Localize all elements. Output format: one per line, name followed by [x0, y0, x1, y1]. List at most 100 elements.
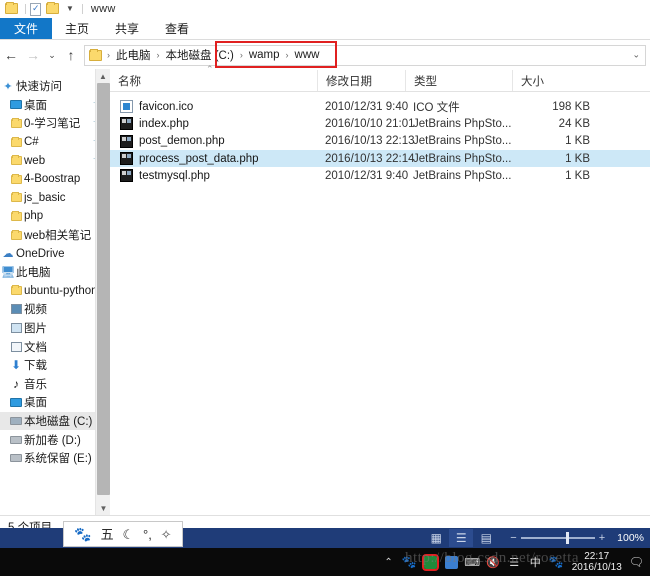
file-list-pane: 名称 ⌃ 修改日期 类型 大小 favicon.ico 2010/12/31 9:… — [110, 64, 650, 515]
file-date-cell: 2016/10/13 22:13 — [325, 135, 415, 148]
breadcrumb-this-pc[interactable]: 此电脑 — [113, 47, 154, 63]
divider — [25, 4, 26, 14]
table-row[interactable]: index.php 2016/10/10 21:01 JetBrains PhpSt… — [110, 115, 650, 132]
sidebar-item-6[interactable]: js_basic — [0, 189, 110, 208]
table-row[interactable]: testmysql.php 2010/12/31 9:40 JetBrains Ph… — [110, 167, 650, 184]
tab-file[interactable]: 文件 — [0, 18, 53, 39]
folder-icon[interactable] — [5, 1, 18, 16]
tab-share[interactable]: 共享 — [102, 18, 152, 39]
wifi-icon[interactable]: ☰ — [506, 554, 523, 571]
sidebar-item-15[interactable]: ⬇ 下载 — [0, 356, 110, 375]
sidebar-item-10[interactable]: 🖥 此电脑 — [0, 263, 110, 282]
file-size-cell: 198 KB — [552, 100, 590, 113]
breadcrumb-local-disk[interactable]: 本地磁盘 (C:) — [163, 47, 237, 63]
large-icons-view-icon[interactable]: ▤ — [474, 529, 498, 547]
chevron-down-icon[interactable]: ▼ — [66, 5, 74, 13]
sidebar-item-2[interactable]: 0-学习笔记📌 — [0, 114, 110, 133]
column-header-date[interactable]: 修改日期 — [317, 70, 405, 91]
column-header-size[interactable]: 大小 — [512, 70, 600, 91]
tab-home[interactable]: 主页 — [52, 18, 102, 39]
list-view-icon[interactable]: ☰ — [449, 529, 474, 547]
file-date-cell: 2016/10/13 22:14 — [325, 152, 415, 165]
breadcrumb-separator: › — [156, 50, 160, 60]
ime-keyboard-icon[interactable]: ⌨ — [464, 554, 481, 571]
file-date-cell: 2010/12/31 9:40 — [325, 169, 409, 182]
sidebar-item-9[interactable]: ☁ OneDrive — [0, 244, 110, 263]
zoom-thumb[interactable] — [565, 532, 569, 544]
sidebar-item-label: 此电脑 — [16, 267, 51, 280]
properties-icon[interactable] — [30, 2, 43, 16]
music-icon: ♪ — [13, 376, 19, 391]
downloads-icon: ⬇ — [10, 358, 22, 373]
wampserver-icon[interactable] — [421, 553, 439, 571]
punctuation-icon[interactable]: °, — [143, 528, 152, 541]
moon-icon[interactable]: ☾ — [123, 528, 135, 541]
notification-icon[interactable]: 🗨 — [626, 555, 644, 569]
sidebar-item-14[interactable]: 文档 — [0, 337, 110, 356]
sidebar-item-label: 本地磁盘 (C:) — [24, 415, 93, 428]
chevron-down-icon[interactable]: ⌄ — [632, 50, 640, 61]
sidebar-item-13[interactable]: 图片 — [0, 319, 110, 338]
table-row[interactable]: favicon.ico 2010/12/31 9:40 ICO 文件 198 KB — [110, 98, 650, 115]
tab-view[interactable]: 查看 — [152, 18, 202, 39]
details-view-icon[interactable]: ▦ — [424, 529, 448, 547]
baidu-paw-icon[interactable]: 🐾 — [74, 527, 91, 541]
zoom-out-button[interactable]: − — [506, 532, 520, 544]
ime-floating-bar[interactable]: 🐾 五 ☾ °, ✧ — [63, 521, 183, 547]
folder-icon — [8, 136, 24, 147]
breadcrumb-wamp[interactable]: wamp — [246, 49, 283, 61]
app-blue-icon[interactable] — [443, 554, 460, 571]
column-header-type[interactable]: 类型 — [405, 70, 512, 91]
drive-icon — [8, 454, 24, 463]
sidebar-item-3[interactable]: C#📌 — [0, 133, 110, 152]
zoom-in-button[interactable]: + — [595, 532, 609, 544]
ime-chinese-icon[interactable]: 中 — [527, 554, 544, 571]
up-arrow-icon[interactable]: ↑ — [60, 44, 82, 66]
gear-icon[interactable]: ✧ — [161, 528, 172, 541]
column-header-name[interactable]: 名称 ⌃ — [110, 64, 317, 91]
sidebar-item-19[interactable]: 新加卷 (D:) — [0, 430, 110, 449]
baidu-netdisk-icon[interactable]: 🐾 — [548, 554, 565, 571]
sidebar-item-5[interactable]: 4-Boostrap — [0, 170, 110, 189]
sidebar-item-4[interactable]: web📌 — [0, 151, 110, 170]
sidebar-item-8[interactable]: web相关笔记 — [0, 226, 110, 245]
file-size-cell: 24 KB — [558, 117, 590, 130]
sidebar-item-1[interactable]: 桌面📌 — [0, 96, 110, 115]
sidebar-item-7[interactable]: php — [0, 207, 110, 226]
file-date-cell: 2010/12/31 9:40 — [325, 100, 409, 113]
wubi-mode-icon[interactable]: 五 — [101, 528, 114, 541]
sidebar-item-12[interactable]: 视频 — [0, 300, 110, 319]
breadcrumb[interactable]: › 此电脑 › 本地磁盘 (C:) › wamp › www ⌄ — [84, 44, 646, 66]
sidebar-item-11[interactable]: ubuntu-python — [0, 282, 110, 301]
zoom-slider[interactable]: − + — [506, 532, 609, 544]
recent-locations-icon[interactable]: ⌄ — [44, 44, 60, 66]
table-row[interactable]: post_demon.php 2016/10/13 22:13 JetBrains … — [110, 133, 650, 150]
scrollbar-thumb[interactable] — [97, 83, 110, 495]
volume-muted-icon[interactable]: 🔇 — [485, 554, 502, 571]
table-row[interactable]: process_post_data.php 2016/10/13 22:14 Jet… — [110, 149, 650, 168]
sidebar-item-label: 桌面 — [24, 99, 47, 112]
zoom-track[interactable] — [520, 532, 595, 544]
new-folder-icon[interactable] — [46, 1, 59, 16]
scroll-down-icon[interactable]: ▼ — [96, 501, 110, 515]
taskbar-clock[interactable]: 22:17 2016/10/13 — [572, 551, 622, 573]
back-arrow-icon[interactable]: ← — [0, 44, 22, 66]
chevron-up-icon[interactable]: ⌃ — [378, 557, 398, 568]
scroll-up-icon[interactable]: ▲ — [96, 69, 110, 83]
divider — [81, 4, 83, 14]
file-type-cell: JetBrains PhpSto... — [413, 135, 512, 148]
file-name-label: post_demon.php — [139, 135, 225, 148]
videos-icon — [8, 304, 24, 315]
sidebar-item-0[interactable]: ✦ 快速访问 — [0, 77, 110, 96]
sidebar-item-18[interactable]: 本地磁盘 (C:) — [0, 411, 110, 431]
sidebar-item-20[interactable]: 系统保留 (E:) — [0, 449, 110, 468]
nav-scrollbar[interactable]: ▲ ▼ — [95, 69, 110, 515]
sidebar-item-16[interactable]: ♪ 音乐 — [0, 375, 110, 394]
sidebar-item-17[interactable]: 桌面 — [0, 393, 110, 412]
breadcrumb-separator: › — [239, 50, 243, 60]
folder-icon — [8, 155, 24, 166]
baidu-tray-icon[interactable]: 🐾 — [401, 554, 418, 571]
forward-arrow-icon[interactable]: → — [22, 44, 44, 66]
ascending-caret-icon: ⌃ — [206, 64, 214, 74]
breadcrumb-www[interactable]: www — [292, 49, 323, 61]
